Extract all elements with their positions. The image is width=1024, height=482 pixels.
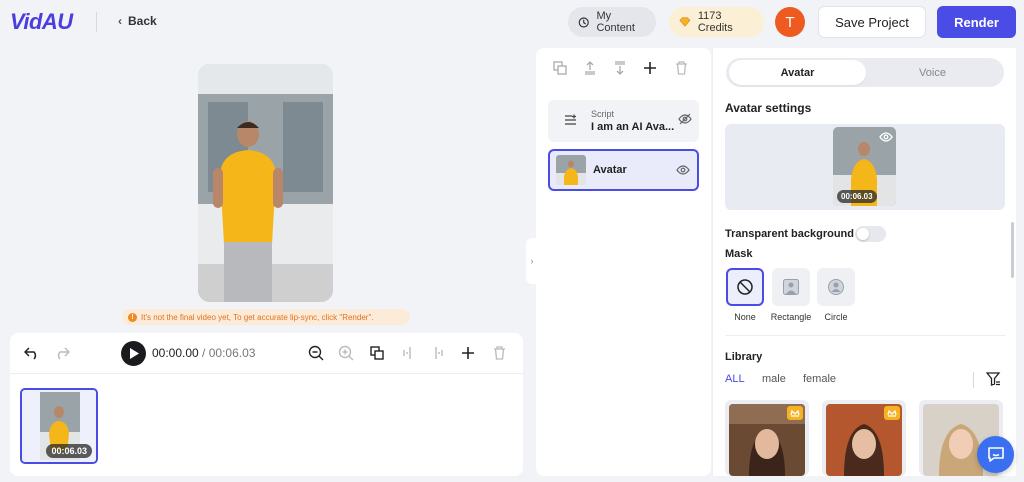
play-button[interactable] <box>121 341 146 366</box>
transparent-background-toggle[interactable] <box>855 226 886 242</box>
avatar-video-frame <box>198 64 333 302</box>
save-project-button[interactable]: Save Project <box>818 6 926 38</box>
script-icon <box>565 114 576 125</box>
alert-icon: ! <box>128 312 137 322</box>
time-separator: / <box>198 346 209 360</box>
add-layer-icon[interactable] <box>641 59 659 77</box>
layer-thumbnail <box>556 155 586 185</box>
play-icon <box>129 348 139 359</box>
settings-panel: Avatar Voice Avatar settings 00:06.03 Tr… <box>712 48 1016 476</box>
credits-badge[interactable]: 1173 Credits <box>669 7 764 37</box>
timeline-panel: 00:00.00 / 00:06.03 00:06.03 <box>10 333 523 476</box>
filter-all[interactable]: ALL <box>725 373 745 385</box>
mask-option-none[interactable] <box>726 268 764 306</box>
clip-duration: 00:06.03 <box>46 444 92 458</box>
tab-voice[interactable]: Voice <box>864 60 1001 85</box>
layer-script[interactable]: Script I am an AI Ava... <box>548 100 699 142</box>
zoom-out-icon[interactable] <box>307 344 325 362</box>
delete-icon[interactable] <box>490 344 508 362</box>
copy-layer-icon[interactable] <box>551 59 569 77</box>
divider <box>973 372 974 388</box>
playback-time: 00:00.00 / 00:06.03 <box>152 346 255 360</box>
chevron-right-icon: › <box>530 256 534 266</box>
chat-icon <box>987 447 1004 462</box>
divider <box>96 12 97 32</box>
library-avatar-card[interactable] <box>725 400 809 476</box>
circle-mask-icon <box>828 279 844 295</box>
delete-layer-icon[interactable] <box>672 59 690 77</box>
layer-type-label: Script <box>591 109 615 119</box>
user-avatar[interactable]: T <box>775 7 805 37</box>
bring-forward-icon[interactable] <box>581 59 599 77</box>
video-preview[interactable] <box>198 64 333 302</box>
layers-panel: Script I am an AI Ava... Avatar <box>536 48 711 476</box>
credits-label: 1173 Credits <box>697 10 733 34</box>
duplicate-icon[interactable] <box>368 344 386 362</box>
library-label: Library <box>725 351 763 363</box>
my-content-label: My Content <box>596 10 635 34</box>
timeline-clip[interactable]: 00:06.03 <box>20 388 98 464</box>
mask-caption-circle: Circle <box>824 312 848 322</box>
divider <box>725 335 1005 336</box>
settings-tabs: Avatar Voice <box>726 58 1004 87</box>
rectangle-mask-icon <box>783 279 799 295</box>
preview-duration: 00:06.03 <box>837 190 877 203</box>
avatar-preview-box: 00:06.03 <box>725 124 1005 210</box>
my-content-button[interactable]: My Content <box>568 7 656 37</box>
avatar-preview-thumbnail[interactable]: 00:06.03 <box>833 127 896 206</box>
top-bar: VidAU ‹ Back My Content 1173 Credits T S… <box>0 0 1024 44</box>
mask-option-circle[interactable] <box>817 268 855 306</box>
notice-text: It's not the final video yet, To get acc… <box>141 312 374 322</box>
chat-support-button[interactable] <box>977 436 1014 473</box>
filter-male[interactable]: male <box>762 373 786 385</box>
clock-icon <box>578 16 589 28</box>
premium-crown-icon <box>787 406 803 420</box>
transparent-background-label: Transparent background <box>725 228 854 240</box>
back-button[interactable]: ‹ Back <box>118 14 157 28</box>
split-right-icon[interactable] <box>429 344 447 362</box>
app-logo[interactable]: VidAU <box>10 9 73 35</box>
render-button[interactable]: Render <box>937 6 1016 38</box>
lip-sync-notice: ! It's not the final video yet, To get a… <box>122 309 410 325</box>
library-avatar-card[interactable] <box>822 400 906 476</box>
current-time: 00:00.00 <box>152 346 199 360</box>
zoom-in-icon[interactable] <box>337 344 355 362</box>
eye-off-icon[interactable] <box>678 113 692 125</box>
total-time: 00:06.03 <box>208 346 256 360</box>
chevron-left-icon: ‹ <box>118 14 122 28</box>
layer-name: Avatar <box>593 164 627 176</box>
mask-label: Mask <box>725 248 753 260</box>
layer-avatar[interactable]: Avatar <box>548 149 699 191</box>
mask-option-rectangle[interactable] <box>772 268 810 306</box>
no-mask-icon <box>737 279 753 295</box>
layer-toolbar <box>536 48 711 88</box>
timeline-controls: 00:00.00 / 00:06.03 <box>10 333 523 374</box>
premium-crown-icon <box>884 406 900 420</box>
undo-icon[interactable] <box>23 344 41 362</box>
back-label: Back <box>128 14 157 28</box>
tab-avatar[interactable]: Avatar <box>729 60 866 85</box>
settings-scrollbar[interactable] <box>1011 222 1014 278</box>
redo-icon[interactable] <box>53 344 71 362</box>
layer-name: I am an AI Ava... <box>591 121 675 133</box>
filter-female[interactable]: female <box>803 373 836 385</box>
section-title: Avatar settings <box>725 101 812 115</box>
diamond-icon <box>679 17 691 27</box>
filter-icon[interactable] <box>986 372 1001 386</box>
split-left-icon[interactable] <box>399 344 417 362</box>
eye-icon[interactable] <box>676 164 690 176</box>
add-icon[interactable] <box>459 344 477 362</box>
eye-icon[interactable] <box>879 131 893 143</box>
send-backward-icon[interactable] <box>611 59 629 77</box>
